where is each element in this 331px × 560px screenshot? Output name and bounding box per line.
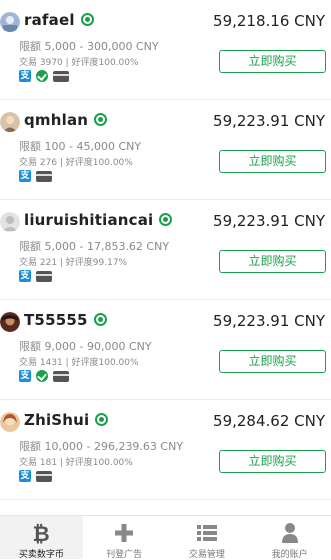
list-icon [196,525,217,541]
tab-my-account[interactable]: 我的账户 [248,516,331,560]
username[interactable]: liuruishitiancai [24,211,173,229]
price: 59,223.91 CNY [213,212,325,230]
price: 59,223.91 CNY [213,312,325,330]
plus-icon [115,524,134,542]
verified-icon [94,113,108,126]
price: 59,218.16 CNY [213,12,325,30]
price: 59,223.91 CNY [213,112,325,130]
stats-text: 交易 3970 | 好评度100.00% [19,58,139,68]
tab-buy-sell[interactable]: ₿ 买卖数字币 [0,516,83,560]
wechat-pay-icon [36,370,48,382]
alipay-icon: 支 [19,270,31,282]
buy-now-button[interactable]: 立即购买 [219,450,326,473]
buy-now-button[interactable]: 立即购买 [219,350,326,373]
limit-text: 限额 9,000 - 90,000 CNY [19,340,152,353]
verified-icon [93,313,107,326]
bank-card-icon [36,170,52,182]
tab-label: 买卖数字币 [18,550,64,560]
bank-card-icon [36,470,52,482]
limit-text: 限额 5,000 - 300,000 CNY [19,40,159,53]
listing-row[interactable]: T55555 59,223.91 CNY 限额 9,000 - 90,000 C… [0,300,331,400]
tab-label: 刊登广告 [106,550,143,560]
buy-now-button[interactable]: 立即购买 [219,250,326,273]
tab-label: 我的账户 [271,550,308,560]
buy-now-button[interactable]: 立即购买 [219,50,326,73]
listing-row[interactable]: rafael 59,218.16 CNY 限额 5,000 - 300,000 … [0,0,331,100]
tab-post-ad[interactable]: 刊登广告 [83,516,166,560]
listing-row[interactable]: qmhlan 59,223.91 CNY 限额 100 - 45,000 CNY… [0,100,331,200]
payment-methods: 支 [19,170,52,182]
bottom-tab-bar: ₿ 买卖数字币 刊登广告 交易管理 我的账户 [0,515,331,560]
bank-card-icon [53,370,69,382]
alipay-icon: 支 [19,70,31,82]
username[interactable]: qmhlan [24,111,108,129]
username[interactable]: ZhiShui [24,411,109,429]
stats-text: 交易 221 | 好评度99.17% [19,258,128,268]
payment-methods: 支 [19,270,52,282]
verified-icon [159,213,173,226]
listing-row[interactable]: liuruishitiancai 59,223.91 CNY 限额 5,000 … [0,200,331,300]
bitcoin-icon: ₿ [33,522,50,544]
buy-now-button[interactable]: 立即购买 [219,150,326,173]
limit-text: 限额 100 - 45,000 CNY [19,140,142,153]
stats-text: 交易 276 | 好评度100.00% [19,158,133,168]
username[interactable]: T55555 [24,311,107,329]
payment-methods: 支 [19,470,52,482]
stats-text: 交易 181 | 好评度100.00% [19,458,133,468]
listing-row[interactable]: ZhiShui 59,284.62 CNY 限额 10,000 - 296,23… [0,400,331,500]
alipay-icon: 支 [19,170,31,182]
limit-text: 限额 5,000 - 17,853.62 CNY [19,240,170,253]
payment-methods: 支 [19,70,69,82]
verified-icon [80,13,94,26]
avatar[interactable] [0,112,20,132]
stats-text: 交易 1431 | 好评度100.00% [19,358,139,368]
alipay-icon: 支 [19,470,31,482]
alipay-icon: 支 [19,370,31,382]
avatar[interactable] [0,12,20,32]
svg-text:₿: ₿ [33,522,50,544]
avatar[interactable] [0,312,20,332]
bank-card-icon [53,70,69,82]
limit-text: 限额 10,000 - 296,239.63 CNY [19,440,184,453]
avatar[interactable] [0,212,20,232]
avatar[interactable] [0,412,20,432]
tab-label: 交易管理 [188,550,225,560]
payment-methods: 支 [19,370,69,382]
bank-card-icon [36,270,52,282]
price: 59,284.62 CNY [213,412,325,430]
username[interactable]: rafael [24,11,94,29]
tab-trade-management[interactable]: 交易管理 [166,516,249,560]
verified-icon [95,413,109,426]
wechat-pay-icon [36,70,48,82]
user-icon [281,523,298,543]
